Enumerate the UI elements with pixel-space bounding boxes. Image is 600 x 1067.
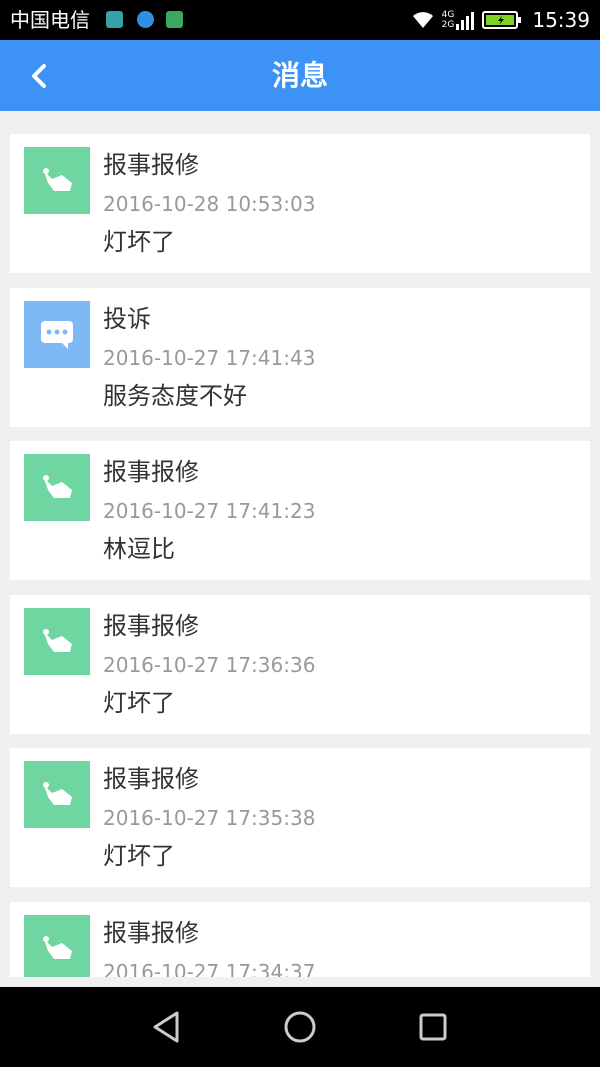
chat-bubble-icon — [24, 301, 90, 368]
message-timestamp: 2016-10-27 17:36:36 — [103, 653, 316, 677]
message-title: 报事报修 — [103, 765, 199, 793]
notification-alarm-icon — [137, 11, 154, 28]
network-type: 4G 2G — [442, 10, 455, 30]
message-title: 报事报修 — [103, 919, 199, 947]
status-bar: 中国电信 4G 2G 15:39 — [0, 0, 600, 40]
wifi-icon — [412, 12, 433, 28]
nav-recents-button[interactable] — [411, 1005, 455, 1049]
message-item[interactable]: 报事报修 2016-10-27 17:34:37 — [10, 902, 590, 977]
clock: 15:39 — [532, 8, 590, 32]
message-content: 灯坏了 — [103, 689, 175, 717]
triangle-back-icon — [153, 1011, 179, 1043]
message-timestamp: 2016-10-28 10:53:03 — [103, 192, 316, 216]
page-title: 消息 — [271, 59, 328, 92]
navigation-bar — [0, 987, 600, 1067]
nav-home-button[interactable] — [278, 1005, 322, 1049]
repair-icon — [24, 147, 90, 214]
carrier-label: 中国电信 — [10, 8, 90, 32]
repair-icon — [24, 915, 90, 977]
message-content: 灯坏了 — [103, 228, 175, 256]
network-bottom-label: 2G — [441, 20, 455, 30]
signal-icon — [456, 12, 475, 30]
message-item[interactable]: 报事报修 2016-10-27 17:36:36 灯坏了 — [10, 595, 590, 734]
message-timestamp: 2016-10-27 17:35:38 — [103, 806, 316, 830]
repair-icon — [24, 761, 90, 828]
message-title: 报事报修 — [103, 612, 199, 640]
message-timestamp: 2016-10-27 17:41:43 — [103, 346, 316, 370]
message-timestamp: 2016-10-27 17:41:23 — [103, 499, 316, 523]
network-top-label: 4G — [441, 10, 455, 20]
circle-home-icon — [284, 1011, 316, 1043]
message-title: 投诉 — [103, 305, 151, 333]
notification-grid-icon — [166, 11, 183, 28]
message-content: 服务态度不好 — [103, 382, 247, 410]
message-list[interactable]: 报事报修 2016-10-28 10:53:03 灯坏了 投诉 2016-10-… — [0, 111, 600, 977]
message-title: 报事报修 — [103, 151, 199, 179]
notification-app-icon — [106, 11, 123, 28]
square-recents-icon — [419, 1013, 447, 1041]
message-timestamp: 2016-10-27 17:34:37 — [103, 960, 316, 977]
repair-icon — [24, 608, 90, 675]
message-item[interactable]: 报事报修 2016-10-28 10:53:03 灯坏了 — [10, 134, 590, 273]
message-item[interactable]: 报事报修 2016-10-27 17:35:38 灯坏了 — [10, 748, 590, 887]
nav-back-button[interactable] — [145, 1005, 189, 1049]
message-item[interactable]: 投诉 2016-10-27 17:41:43 服务态度不好 — [10, 288, 590, 427]
app-header: 消息 — [0, 40, 600, 111]
message-item[interactable]: 报事报修 2016-10-27 17:41:23 林逗比 — [10, 441, 590, 580]
message-title: 报事报修 — [103, 458, 199, 486]
message-content: 林逗比 — [103, 535, 175, 563]
battery-icon — [482, 11, 522, 29]
message-content: 灯坏了 — [103, 842, 175, 870]
repair-icon — [24, 454, 90, 521]
